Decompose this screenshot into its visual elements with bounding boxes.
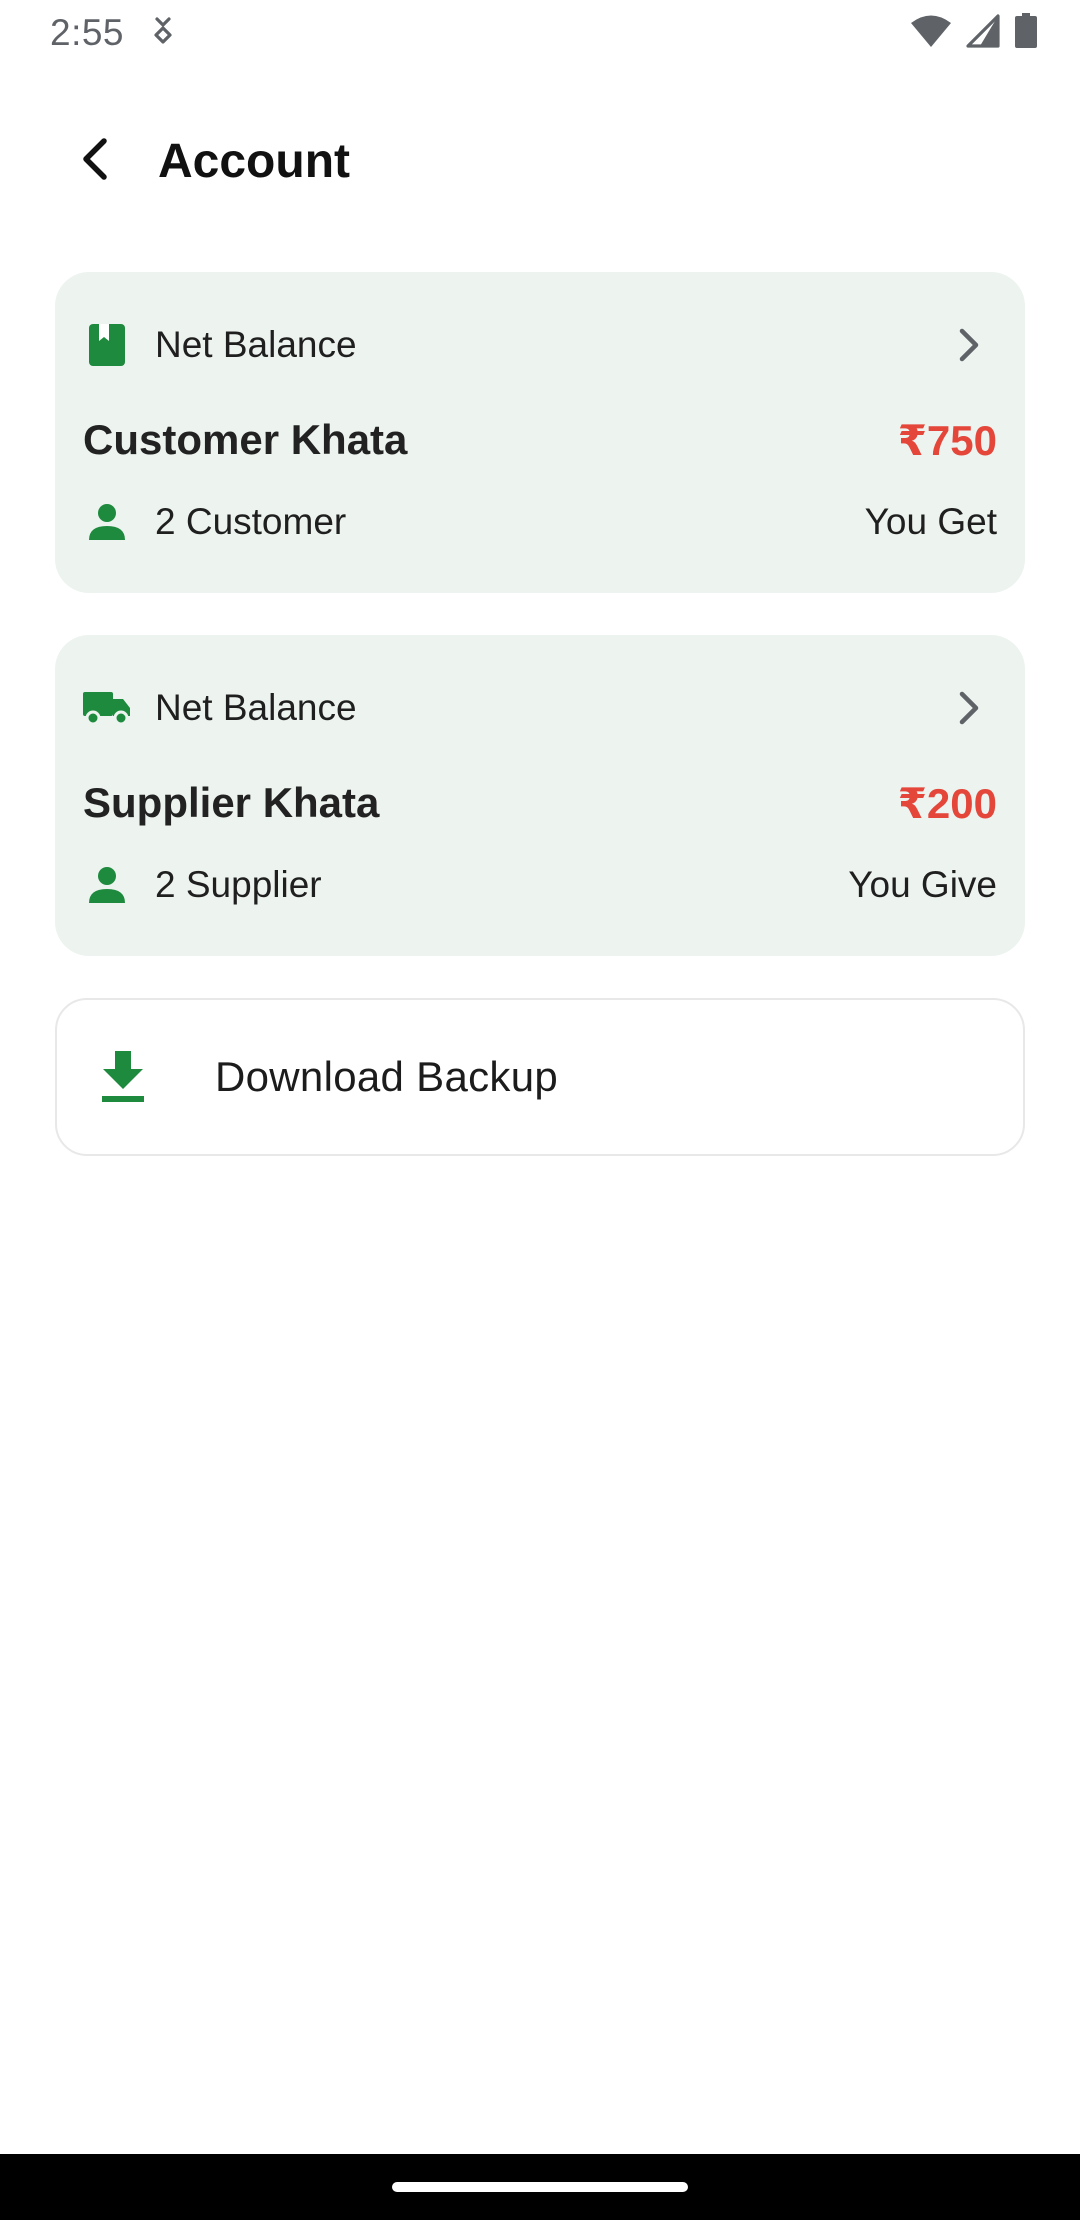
back-arrow-icon xyxy=(78,137,114,186)
status-bar: 2:55 xyxy=(0,0,1080,66)
download-icon xyxy=(93,1047,153,1107)
app-bar: Account xyxy=(0,98,1080,224)
signal-icon xyxy=(966,13,1000,53)
customer-count: 2 Customer xyxy=(155,501,347,542)
person-icon xyxy=(83,498,131,546)
supplier-count: 2 Supplier xyxy=(155,864,322,905)
balance-amount: ₹200 xyxy=(897,779,997,827)
download-backup-button[interactable]: Download Backup xyxy=(55,998,1025,1156)
balance-status: You Give xyxy=(848,864,997,905)
person-icon xyxy=(83,861,131,909)
supplier-khata-card[interactable]: Net Balance Supplier Khata ₹200 2 Suppli… xyxy=(55,635,1025,956)
card-title: Customer Khata xyxy=(83,416,408,463)
navigation-bar xyxy=(0,2154,1080,2220)
net-balance-label: Net Balance xyxy=(155,687,357,728)
page-title: Account xyxy=(158,134,350,188)
battery-icon xyxy=(1014,12,1038,54)
card-title: Supplier Khata xyxy=(83,779,380,826)
balance-amount: ₹750 xyxy=(897,416,997,464)
download-backup-label: Download Backup xyxy=(215,1053,559,1100)
home-indicator[interactable] xyxy=(392,2182,688,2192)
chevron-right-icon xyxy=(945,321,993,369)
balance-status: You Get xyxy=(864,501,997,542)
net-balance-label: Net Balance xyxy=(155,324,357,365)
book-icon xyxy=(83,321,131,369)
truck-icon xyxy=(83,684,131,732)
customer-khata-card[interactable]: Net Balance Customer Khata ₹750 2 Custom… xyxy=(55,272,1025,593)
account-screen: 2:55 Account Net Balance Customer Khata … xyxy=(0,0,1080,2220)
notification-icon xyxy=(150,16,176,51)
chevron-right-icon xyxy=(945,684,993,732)
wifi-icon xyxy=(910,14,952,53)
back-button[interactable] xyxy=(48,113,144,209)
status-time: 2:55 xyxy=(50,12,125,53)
